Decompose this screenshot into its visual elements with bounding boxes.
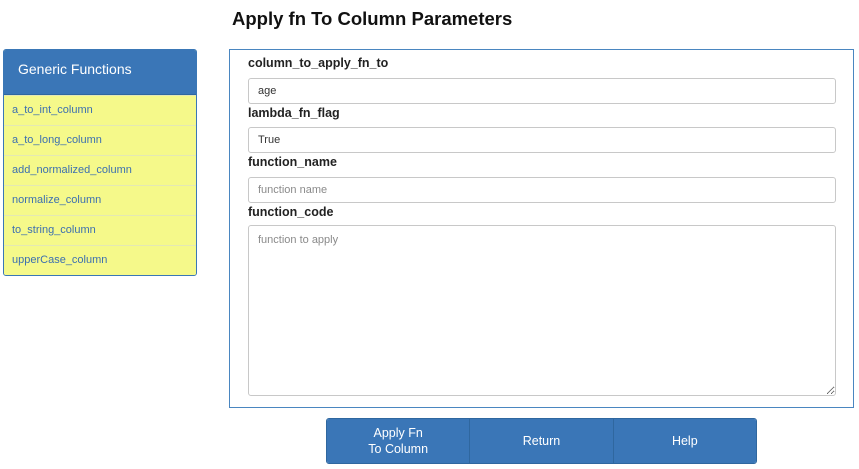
apply-fn-to-column-label: Apply Fn To Column — [368, 426, 429, 456]
action-button-bar: Apply Fn To Column Return Help — [326, 418, 757, 464]
sidebar-header: Generic Functions — [4, 50, 196, 95]
function-code-label: function_code — [248, 205, 334, 219]
function-code-textarea[interactable] — [248, 225, 836, 396]
return-label: Return — [522, 434, 561, 448]
sidebar-item-to-string-column[interactable]: to_string_column — [4, 215, 196, 245]
sidebar-item-add-normalized-column[interactable]: add_normalized_column — [4, 155, 196, 185]
help-button[interactable]: Help — [612, 419, 756, 463]
sidebar-generic-functions: Generic Functions a_to_int_column a_to_l… — [3, 49, 197, 276]
apply-fn-to-column-button[interactable]: Apply Fn To Column — [327, 419, 470, 463]
column-to-apply-fn-to-label: column_to_apply_fn_to — [248, 56, 389, 70]
lambda-fn-flag-input[interactable] — [248, 127, 836, 153]
function-name-input[interactable] — [248, 177, 836, 203]
sidebar-item-a-to-long-column[interactable]: a_to_long_column — [4, 125, 196, 155]
return-button[interactable]: Return — [469, 419, 613, 463]
function-name-label: function_name — [248, 155, 337, 169]
column-to-apply-fn-to-input[interactable] — [248, 78, 836, 104]
page-title: Apply fn To Column Parameters — [232, 8, 513, 29]
sidebar-item-normalize-column[interactable]: normalize_column — [4, 185, 196, 215]
parameters-form: column_to_apply_fn_to lambda_fn_flag fun… — [229, 49, 854, 408]
sidebar-item-a-to-int-column[interactable]: a_to_int_column — [4, 95, 196, 125]
help-label: Help — [671, 434, 698, 448]
lambda-fn-flag-label: lambda_fn_flag — [248, 106, 340, 120]
sidebar-item-uppercase-column[interactable]: upperCase_column — [4, 245, 196, 275]
